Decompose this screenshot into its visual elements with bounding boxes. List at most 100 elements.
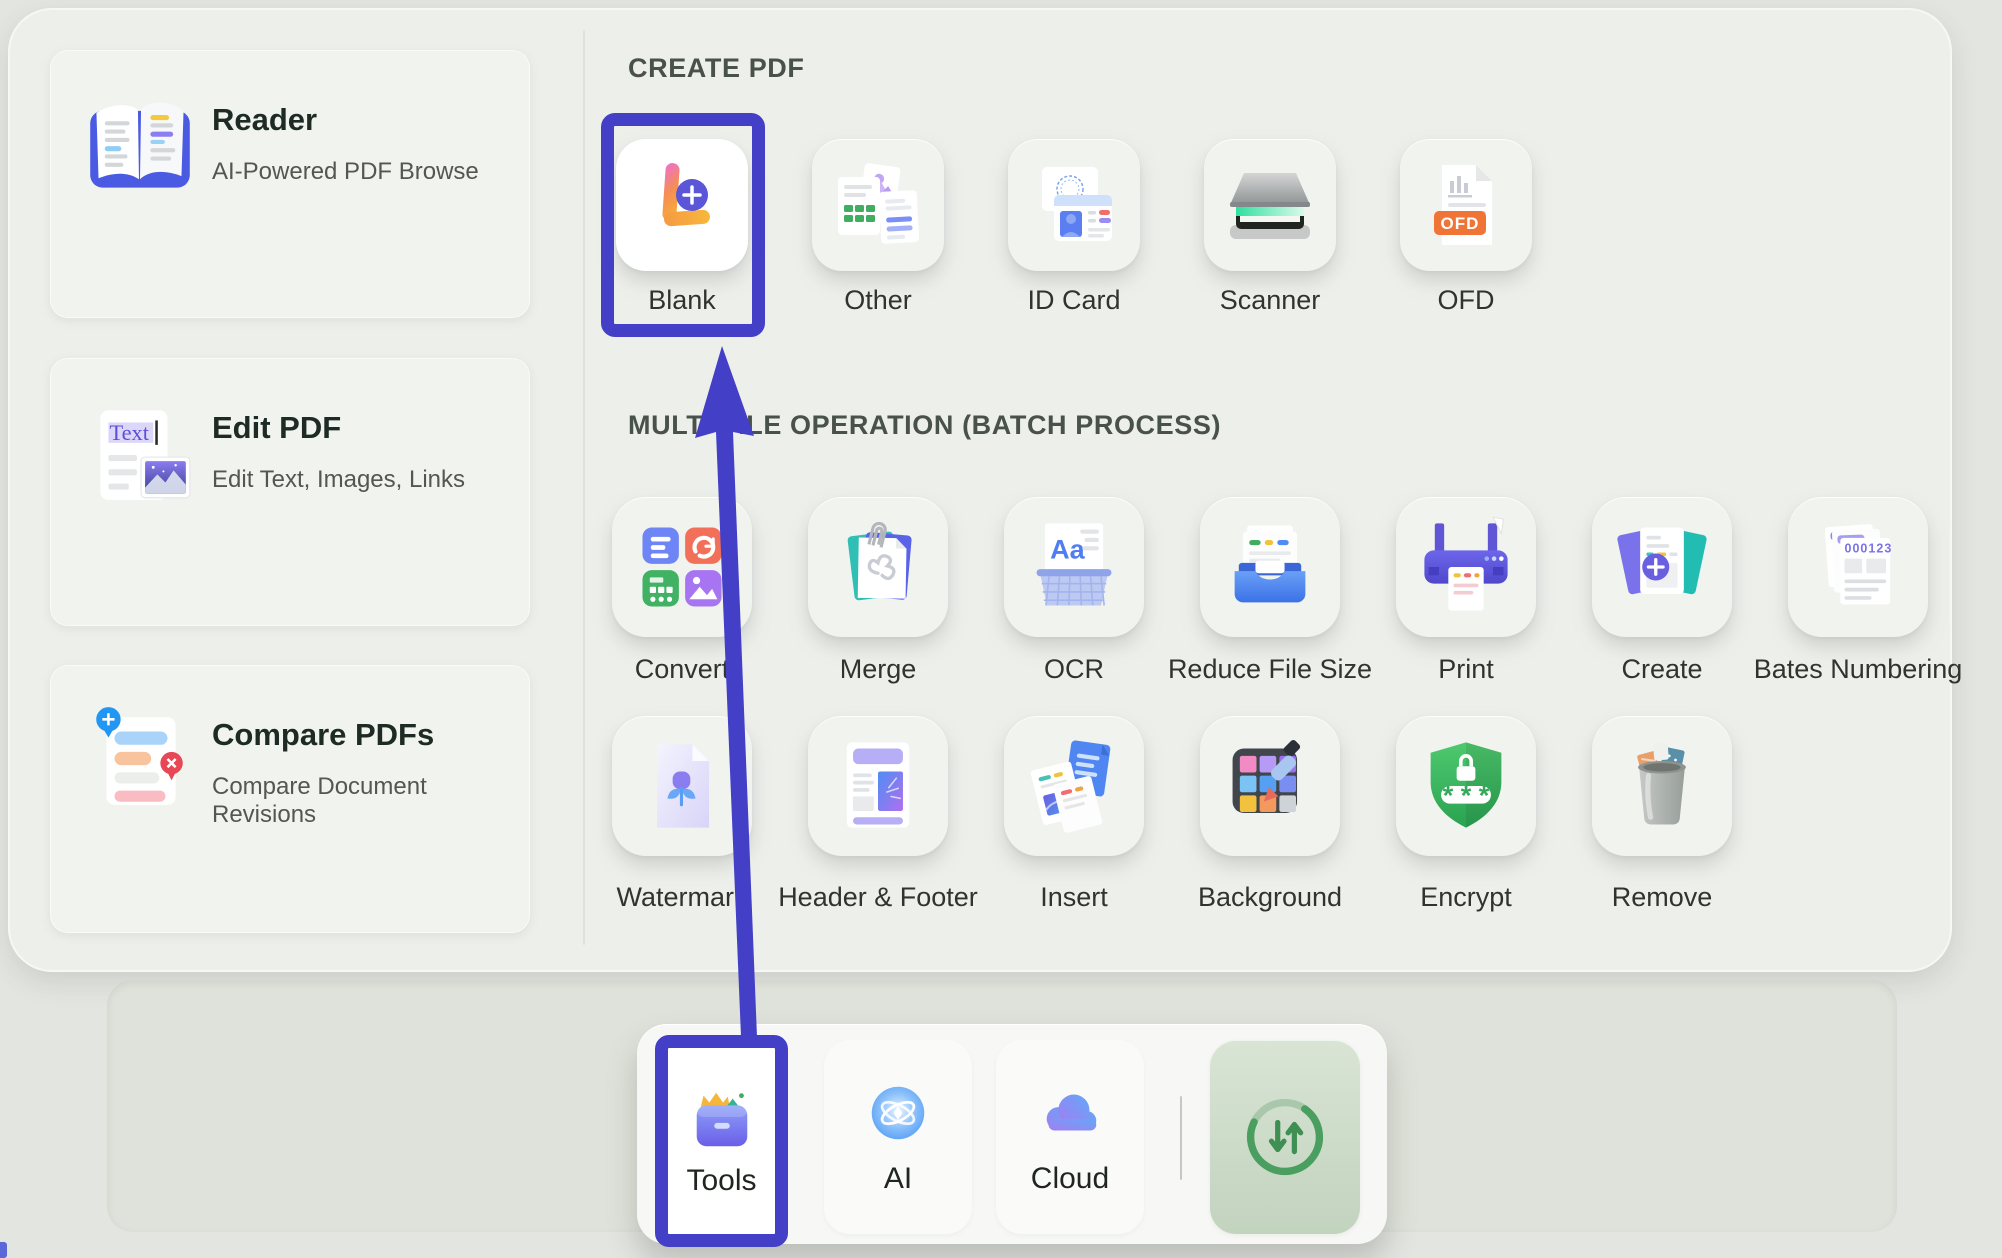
insert-icon bbox=[1022, 734, 1126, 838]
compare-pdfs-card-subtitle: Compare Document Revisions bbox=[212, 773, 530, 829]
reduce-file-size-icon bbox=[1218, 515, 1322, 619]
tile-reduce-file-size[interactable] bbox=[1200, 497, 1340, 637]
scanner-icon bbox=[1220, 155, 1320, 255]
tile-cell-print: Print bbox=[1356, 497, 1576, 685]
tile-label-bates-numbering: Bates Numbering bbox=[1754, 654, 1963, 685]
svg-text:OFD: OFD bbox=[1441, 214, 1480, 233]
create-icon bbox=[1610, 515, 1714, 619]
tile-create[interactable] bbox=[1592, 497, 1732, 637]
tile-label-reduce-file-size: Reduce File Size bbox=[1168, 654, 1372, 685]
create-pdf-header: CREATE PDF bbox=[628, 53, 805, 84]
bates-numbering-icon: 000123 bbox=[1806, 515, 1910, 619]
blank-icon bbox=[634, 157, 730, 253]
tile-cell-insert: Insert bbox=[964, 716, 1184, 913]
tile-merge[interactable] bbox=[808, 497, 948, 637]
tools-icon bbox=[687, 1084, 757, 1154]
tile-label-remove: Remove bbox=[1612, 882, 1713, 913]
tile-cell-merge: Merge bbox=[768, 497, 988, 685]
reader-card-title: Reader bbox=[212, 102, 317, 138]
dock-item-tools[interactable]: Tools bbox=[655, 1035, 788, 1247]
tile-cell-scanner: Scanner bbox=[1160, 139, 1380, 316]
tile-label-ofd: OFD bbox=[1438, 285, 1495, 316]
ocr-icon: Aa bbox=[1022, 515, 1126, 619]
encrypt-icon: * * * bbox=[1414, 734, 1518, 838]
tile-cell-ofd: OFD OFD bbox=[1356, 139, 1576, 316]
tile-header-footer[interactable] bbox=[808, 716, 948, 856]
tile-convert[interactable] bbox=[612, 497, 752, 637]
cloud-icon bbox=[1035, 1078, 1105, 1148]
tile-label-merge: Merge bbox=[840, 654, 917, 685]
tile-cell-encrypt: * * * Encrypt bbox=[1356, 716, 1576, 913]
compare-pdfs-icon bbox=[84, 701, 196, 813]
multi-file-header: MULTI-FILE OPERATION (BATCH PROCESS) bbox=[628, 410, 1221, 441]
tile-ofd[interactable]: OFD bbox=[1400, 139, 1532, 271]
tile-label-background: Background bbox=[1198, 882, 1342, 913]
svg-text:Aa: Aa bbox=[1050, 535, 1086, 565]
header-footer-icon bbox=[826, 734, 930, 838]
tile-cell-convert: Convert bbox=[572, 497, 792, 685]
dock-item-cloud[interactable]: Cloud bbox=[996, 1040, 1144, 1234]
tile-label-convert: Convert bbox=[635, 654, 730, 685]
screen-edge-accent bbox=[0, 1242, 7, 1258]
background-icon bbox=[1218, 734, 1322, 838]
reader-book-icon bbox=[84, 94, 196, 192]
tile-label-blank: Blank bbox=[648, 285, 716, 316]
tile-cell-id-card: ID Card bbox=[964, 139, 1184, 316]
ai-icon bbox=[863, 1078, 933, 1148]
tile-scanner[interactable] bbox=[1204, 139, 1336, 271]
tile-cell-remove: Remove bbox=[1552, 716, 1772, 913]
tile-ocr[interactable]: Aa bbox=[1004, 497, 1144, 637]
reader-card-subtitle: AI-Powered PDF Browse bbox=[212, 158, 479, 186]
tile-label-watermark: Watermark bbox=[616, 882, 747, 913]
tile-label-insert: Insert bbox=[1040, 882, 1108, 913]
edit-pdf-card-title: Edit PDF bbox=[212, 410, 341, 446]
dock-divider bbox=[1180, 1096, 1182, 1180]
tile-remove[interactable] bbox=[1592, 716, 1732, 856]
watermark-icon bbox=[630, 734, 734, 838]
other-files-icon bbox=[828, 155, 928, 255]
convert-icon bbox=[630, 515, 734, 619]
tile-cell-other: Other bbox=[768, 139, 988, 316]
tile-bates-numbering[interactable]: 000123 bbox=[1788, 497, 1928, 637]
tile-background[interactable] bbox=[1200, 716, 1340, 856]
svg-text:* * *: * * * bbox=[1443, 781, 1490, 811]
tile-cell-background: Background bbox=[1160, 716, 1380, 913]
tile-blank[interactable] bbox=[616, 139, 748, 271]
tile-label-scanner: Scanner bbox=[1220, 285, 1321, 316]
dock-item-ai[interactable]: AI bbox=[824, 1040, 972, 1234]
tile-cell-blank: Blank bbox=[572, 139, 792, 316]
compare-pdfs-card-title: Compare PDFs bbox=[212, 717, 434, 753]
tile-label-id-card: ID Card bbox=[1027, 285, 1120, 316]
tile-cell-header-footer: Header & Footer bbox=[768, 716, 988, 913]
id-card-icon bbox=[1024, 155, 1124, 255]
dock-label-cloud: Cloud bbox=[1031, 1162, 1109, 1196]
sync-button[interactable] bbox=[1210, 1040, 1360, 1234]
tile-watermark[interactable] bbox=[612, 716, 752, 856]
tile-encrypt[interactable]: * * * bbox=[1396, 716, 1536, 856]
remove-icon bbox=[1610, 734, 1714, 838]
tile-cell-ocr: Aa OCR bbox=[964, 497, 1184, 685]
print-icon bbox=[1414, 515, 1518, 619]
tile-other[interactable] bbox=[812, 139, 944, 271]
compare-pdfs-card[interactable]: Compare PDFs Compare Document Revisions bbox=[50, 665, 530, 933]
sync-arrows-icon bbox=[1235, 1087, 1335, 1187]
tile-cell-bates-numbering: 000123 Bates Numbering bbox=[1728, 497, 1988, 685]
tile-label-other: Other bbox=[844, 285, 912, 316]
tile-label-print: Print bbox=[1438, 654, 1494, 685]
tile-label-ocr: OCR bbox=[1044, 654, 1104, 685]
tile-label-create: Create bbox=[1621, 654, 1702, 685]
tile-cell-reduce-file-size: Reduce File Size bbox=[1160, 497, 1380, 685]
tile-insert[interactable] bbox=[1004, 716, 1144, 856]
edit-pdf-card[interactable]: Text Edit PDF Edit Text, Images, Links bbox=[50, 358, 530, 626]
tile-id-card[interactable] bbox=[1008, 139, 1140, 271]
svg-text:000123: 000123 bbox=[1844, 541, 1892, 555]
dock-label-tools: Tools bbox=[686, 1164, 756, 1198]
dock-label-ai: AI bbox=[884, 1162, 912, 1196]
tile-print[interactable] bbox=[1396, 497, 1536, 637]
tile-label-header-footer: Header & Footer bbox=[778, 882, 978, 913]
tile-cell-watermark: Watermark bbox=[572, 716, 792, 913]
edit-pdf-card-subtitle: Edit Text, Images, Links bbox=[212, 466, 465, 494]
tile-label-encrypt: Encrypt bbox=[1420, 882, 1512, 913]
merge-icon bbox=[826, 515, 930, 619]
reader-card[interactable]: Reader AI-Powered PDF Browse bbox=[50, 50, 530, 318]
